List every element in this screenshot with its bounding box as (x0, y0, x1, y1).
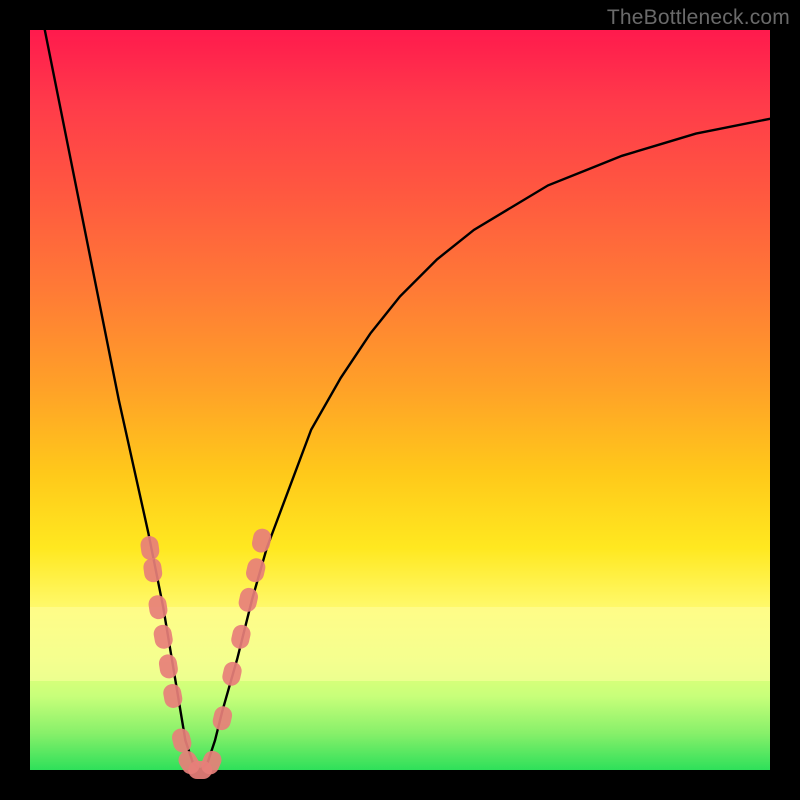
data-marker (221, 660, 244, 687)
data-marker (211, 704, 234, 731)
data-marker (139, 535, 160, 561)
data-marker (142, 557, 163, 583)
data-marker (250, 527, 272, 554)
bottleneck-curve (45, 30, 770, 770)
data-marker (230, 623, 253, 650)
data-markers (139, 527, 272, 779)
chart-frame: TheBottleneck.com (0, 0, 800, 800)
watermark-text: TheBottleneck.com (607, 6, 790, 30)
data-marker (237, 586, 260, 613)
bottleneck-curve-svg (30, 30, 770, 770)
data-marker (158, 653, 180, 680)
